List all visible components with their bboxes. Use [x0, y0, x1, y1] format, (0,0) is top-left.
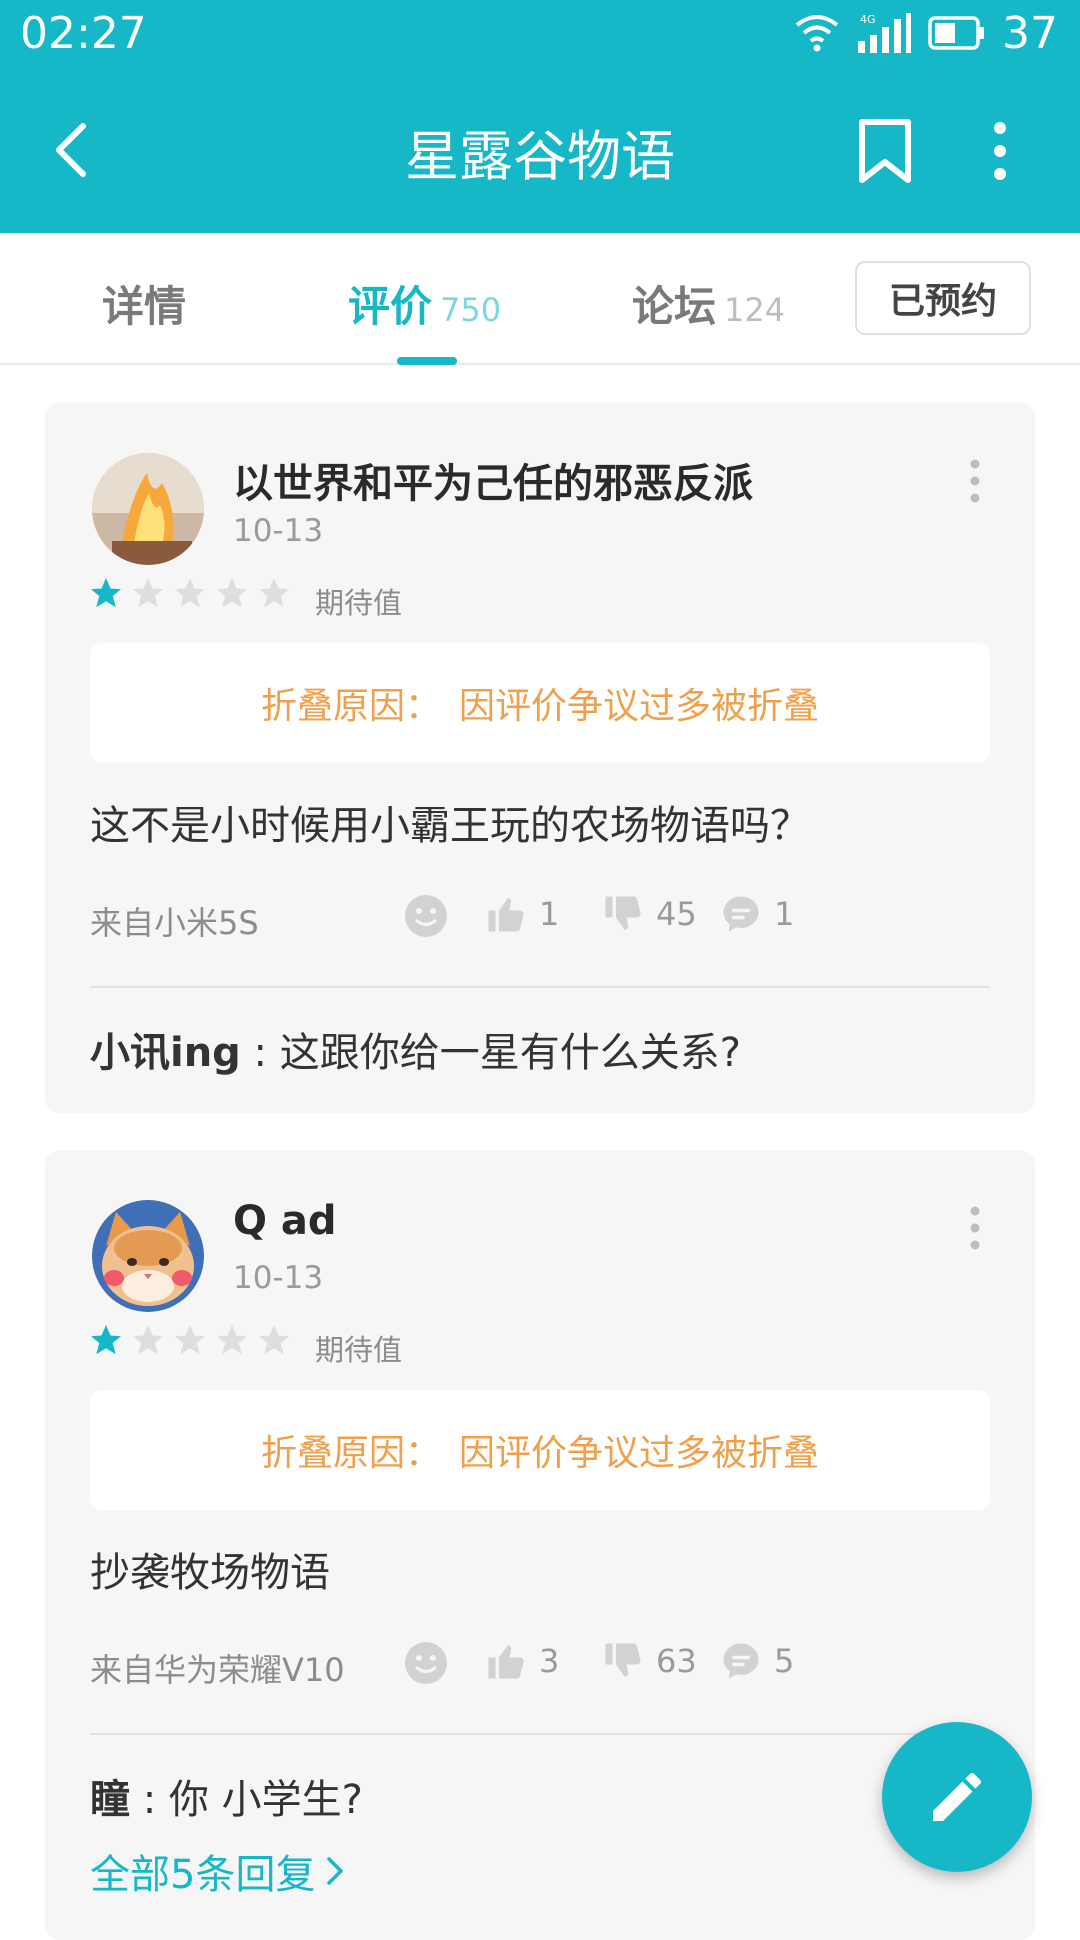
- status-time: 02:27: [20, 8, 147, 59]
- review-username[interactable]: Q ad: [233, 1198, 337, 1244]
- review-date: 10-13: [233, 1260, 324, 1296]
- battery-icon: [928, 16, 984, 50]
- page-title: 星露谷物语: [405, 125, 675, 188]
- fold-prefix: 折叠原因：: [260, 1433, 441, 1474]
- app-header: 02:27 4G 37 星露谷物语: [0, 0, 1080, 233]
- battery-level: 37: [1002, 7, 1058, 59]
- chevron-right-icon: [327, 1857, 344, 1885]
- star-filled-icon: [91, 1325, 121, 1355]
- avatar[interactable]: [92, 1200, 204, 1312]
- fold-reason: 因评价争议过多被折叠: [459, 686, 820, 727]
- rating-stars: [88, 575, 292, 611]
- folded-notice[interactable]: 折叠原因： 因评价争议过多被折叠: [90, 643, 990, 763]
- reply-item[interactable]: 瞳 : 你 小学生?: [90, 1767, 363, 1825]
- divider: [90, 986, 990, 988]
- review-date: 10-13: [233, 513, 324, 549]
- review-content: 这不是小时候用小霸王玩的农场物语吗？: [90, 803, 810, 849]
- thumbs-down-icon: [605, 1643, 641, 1677]
- reserved-button[interactable]: 已预约: [855, 261, 1031, 335]
- tab-count: 750: [440, 291, 502, 329]
- tab-details[interactable]: 详情: [102, 273, 186, 334]
- comment-count: 5: [774, 1642, 795, 1680]
- tab-bar: 详情 评价 750 论坛 124 已预约: [0, 233, 1080, 365]
- star-empty-icon: [259, 1325, 289, 1355]
- avatar-cat-image: [92, 1200, 204, 1312]
- tab-forum[interactable]: 论坛 124: [632, 273, 785, 334]
- tab-reviews[interactable]: 评价 750: [348, 273, 501, 334]
- bookmark-icon: [859, 119, 911, 183]
- rating-label: 期待值: [315, 586, 403, 620]
- review-more-button[interactable]: [965, 458, 985, 504]
- more-vertical-icon: [970, 1206, 980, 1250]
- comment-button[interactable]: 5: [720, 1640, 794, 1682]
- smiley-icon: [405, 895, 447, 937]
- dislike-button[interactable]: 63: [602, 1640, 697, 1682]
- star-empty-icon: [133, 578, 163, 608]
- write-review-button[interactable]: [882, 1722, 1032, 1872]
- more-vertical-icon: [970, 459, 980, 503]
- tab-label: 详情: [102, 282, 187, 331]
- star-empty-icon: [217, 578, 247, 608]
- reply-text: : 你 小学生?: [130, 1777, 363, 1823]
- fold-prefix: 折叠原因：: [260, 686, 441, 727]
- status-icons: 4G 37: [794, 7, 1058, 59]
- reply-username: 瞳: [90, 1777, 130, 1823]
- network-label: 4G: [860, 13, 876, 26]
- comment-button[interactable]: 1: [720, 893, 794, 935]
- like-button[interactable]: 1: [485, 893, 559, 935]
- star-empty-icon: [175, 1325, 205, 1355]
- folded-notice[interactable]: 折叠原因： 因评价争议过多被折叠: [90, 1390, 990, 1510]
- thumbs-down-icon: [605, 896, 641, 930]
- reply-item[interactable]: 小讯ing : 这跟你给一星有什么关系?: [90, 1020, 741, 1078]
- thumbs-up-icon: [488, 1645, 524, 1679]
- reply-text: : 这跟你给一星有什么关系?: [240, 1030, 741, 1076]
- review-content: 抄袭牧场物语: [90, 1550, 330, 1596]
- comment-count: 1: [774, 895, 795, 933]
- view-all-replies-link[interactable]: 全部5条回复: [90, 1842, 347, 1900]
- like-count: 3: [539, 1642, 560, 1680]
- dislike-count: 63: [656, 1642, 697, 1680]
- review-more-button[interactable]: [965, 1205, 985, 1251]
- tab-label: 论坛: [632, 282, 717, 331]
- dislike-count: 45: [656, 895, 697, 933]
- like-button[interactable]: 3: [485, 1640, 559, 1682]
- review-username[interactable]: 以世界和平为己任的邪恶反派: [233, 451, 753, 509]
- emoji-react-button[interactable]: [403, 1640, 449, 1686]
- star-empty-icon: [175, 578, 205, 608]
- dislike-button[interactable]: 45: [602, 893, 697, 935]
- view-all-replies-label: 全部5条回复: [90, 1852, 316, 1898]
- more-options-button[interactable]: [976, 116, 1024, 186]
- comment-icon: [723, 896, 759, 932]
- review-card: 以世界和平为己任的邪恶反派 10-13 期待值 折叠原因： 因评价争议过多被折叠 …: [45, 403, 1035, 1113]
- emoji-react-button[interactable]: [403, 893, 449, 939]
- avatar-fire-image: [92, 453, 204, 565]
- bookmark-button[interactable]: [852, 116, 918, 186]
- comment-icon: [723, 1643, 759, 1679]
- rating-stars: [88, 1322, 292, 1358]
- rating-label: 期待值: [315, 1333, 403, 1367]
- like-count: 1: [539, 895, 560, 933]
- divider: [90, 1733, 990, 1735]
- star-filled-icon: [91, 578, 121, 608]
- active-tab-indicator: [397, 357, 457, 365]
- avatar[interactable]: [92, 453, 204, 565]
- signal-4g-icon: 4G: [858, 13, 911, 53]
- star-empty-icon: [133, 1325, 163, 1355]
- smiley-icon: [405, 1642, 447, 1684]
- tab-count: 124: [724, 291, 786, 329]
- fold-reason: 因评价争议过多被折叠: [459, 1433, 820, 1474]
- star-empty-icon: [259, 578, 289, 608]
- wifi-icon: [795, 15, 839, 52]
- more-vertical-icon: [994, 122, 1006, 180]
- reply-username: 小讯ing: [90, 1030, 241, 1076]
- star-empty-icon: [217, 1325, 247, 1355]
- thumbs-up-icon: [488, 898, 524, 932]
- pencil-icon: [933, 1772, 982, 1821]
- review-device: 来自小米5S: [90, 904, 259, 942]
- tab-label: 评价: [348, 282, 433, 331]
- review-device: 来自华为荣耀V10: [90, 1651, 345, 1689]
